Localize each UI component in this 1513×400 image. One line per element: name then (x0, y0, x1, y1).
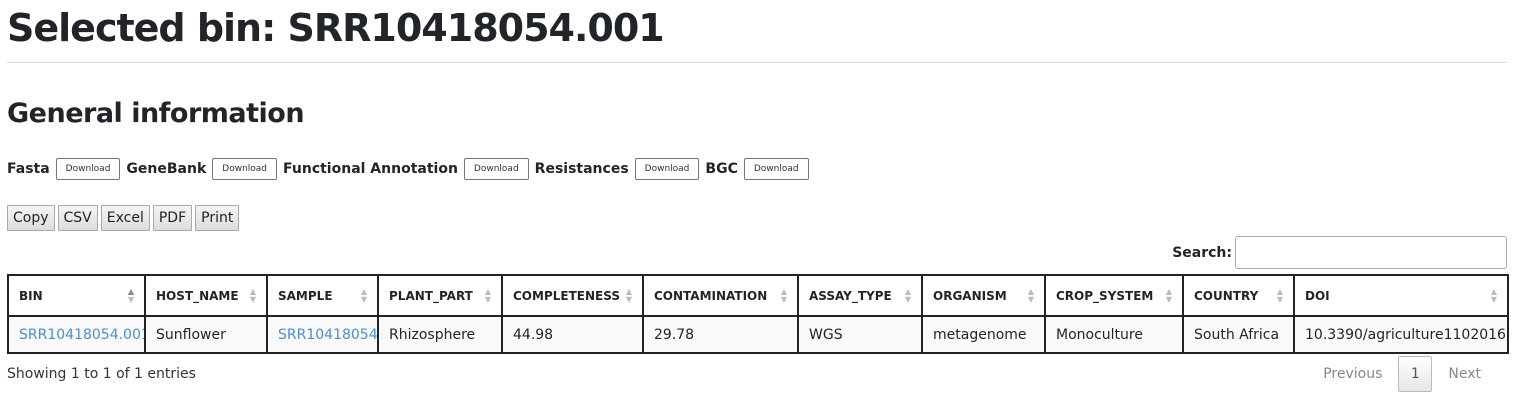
next-button[interactable]: Next (1432, 356, 1497, 392)
cell-assay-type: WGS (797, 315, 923, 354)
column-header-sample[interactable]: SAMPLE ▲ ▼ (266, 274, 379, 317)
column-header-host-name[interactable]: HOST_NAME ▲ ▼ (144, 274, 268, 317)
cell-country: South Africa (1182, 315, 1295, 354)
sort-icon: ▲ ▼ (625, 287, 632, 304)
search-label: Search: (1172, 244, 1232, 261)
sort-icon: ▲ ▼ (1165, 287, 1172, 304)
functional-annotation-download-button[interactable]: Download (463, 158, 529, 180)
sort-icon: ▲ ▼ (904, 287, 911, 304)
cell-organism: metagenome (921, 315, 1046, 354)
cell-sample: SRR10418054 (266, 315, 379, 354)
fasta-label: Fasta (7, 161, 50, 177)
cell-contamination: 29.78 (642, 315, 799, 354)
genebank-download-button[interactable]: Download (212, 158, 278, 180)
genebank-label: GeneBank (126, 161, 207, 177)
column-header-plant-part[interactable]: PLANT_PART ▲ ▼ (377, 274, 503, 317)
bgc-label: BGC (705, 161, 738, 177)
bin-link[interactable]: SRR10418054.001 (19, 327, 143, 343)
cell-completeness: 44.98 (501, 315, 644, 354)
previous-button[interactable]: Previous (1307, 356, 1398, 392)
cell-plant-part: Rhizosphere (377, 315, 503, 354)
resistances-label: Resistances (534, 161, 629, 177)
section-title: General information (7, 98, 305, 129)
sample-link[interactable]: SRR10418054 (278, 327, 376, 343)
fasta-download-button[interactable]: Download (55, 158, 121, 180)
sort-icon: ▲ ▼ (249, 287, 256, 304)
page-title: Selected bin: SRR10418054.001 (7, 6, 665, 50)
pdf-button[interactable]: PDF (152, 205, 193, 231)
search-input[interactable] (1235, 236, 1507, 269)
csv-button[interactable]: CSV (57, 205, 98, 231)
sort-icon: ▲ ▼ (484, 287, 491, 304)
cell-host-name: Sunflower (144, 315, 268, 354)
pagination: Previous 1 Next (1307, 356, 1497, 392)
search-box: Search: (1172, 236, 1507, 269)
column-header-bin[interactable]: BIN ▲ ▼ (7, 274, 146, 317)
cell-bin: SRR10418054.001 (7, 315, 146, 354)
export-buttons: Copy CSV Excel PDF Print (7, 205, 242, 231)
column-header-doi[interactable]: DOI ▲ ▼ (1293, 274, 1509, 317)
print-button[interactable]: Print (195, 205, 240, 231)
table-row: SRR10418054.001 Sunflower SRR10418054 Rh… (7, 315, 1509, 354)
column-header-organism[interactable]: ORGANISM ▲ ▼ (921, 274, 1046, 317)
downloads-bar: Fasta Download GeneBank Download Functio… (7, 157, 815, 181)
column-header-assay-type[interactable]: ASSAY_TYPE ▲ ▼ (797, 274, 923, 317)
column-header-country[interactable]: COUNTRY ▲ ▼ (1182, 274, 1295, 317)
table-header-row: BIN ▲ ▼ HOST_NAME ▲ ▼ SAMPLE ▲ ▼ PLANT_PART ▲ ▼ … (7, 274, 1509, 317)
sort-icon: ▲ ▼ (1276, 287, 1283, 304)
table-info: Showing 1 to 1 of 1 entries (7, 366, 196, 382)
sort-icon: ▲ ▼ (360, 287, 367, 304)
excel-button[interactable]: Excel (100, 205, 150, 231)
page-button-1[interactable]: 1 (1398, 356, 1433, 392)
bins-table: BIN ▲ ▼ HOST_NAME ▲ ▼ SAMPLE ▲ ▼ PLANT_PART ▲ ▼ … (7, 274, 1509, 354)
copy-button[interactable]: Copy (7, 205, 55, 231)
resistances-download-button[interactable]: Download (634, 158, 700, 180)
cell-crop-system: Monoculture (1044, 315, 1184, 354)
column-header-contamination[interactable]: CONTAMINATION ▲ ▼ (642, 274, 799, 317)
cell-doi: 10.3390/agriculture11020167 (1293, 315, 1509, 354)
bgc-download-button[interactable]: Download (743, 158, 809, 180)
functional-annotation-label: Functional Annotation (283, 161, 458, 177)
sort-icon: ▲ ▼ (780, 287, 787, 304)
column-header-crop-system[interactable]: CROP_SYSTEM ▲ ▼ (1044, 274, 1184, 317)
sort-icon: ▲ ▼ (1490, 287, 1497, 304)
sort-icon: ▲ ▼ (1027, 287, 1034, 304)
column-header-completeness[interactable]: COMPLETENESS ▲ ▼ (501, 274, 644, 317)
divider (7, 62, 1507, 63)
sort-icon: ▲ ▼ (127, 287, 134, 304)
